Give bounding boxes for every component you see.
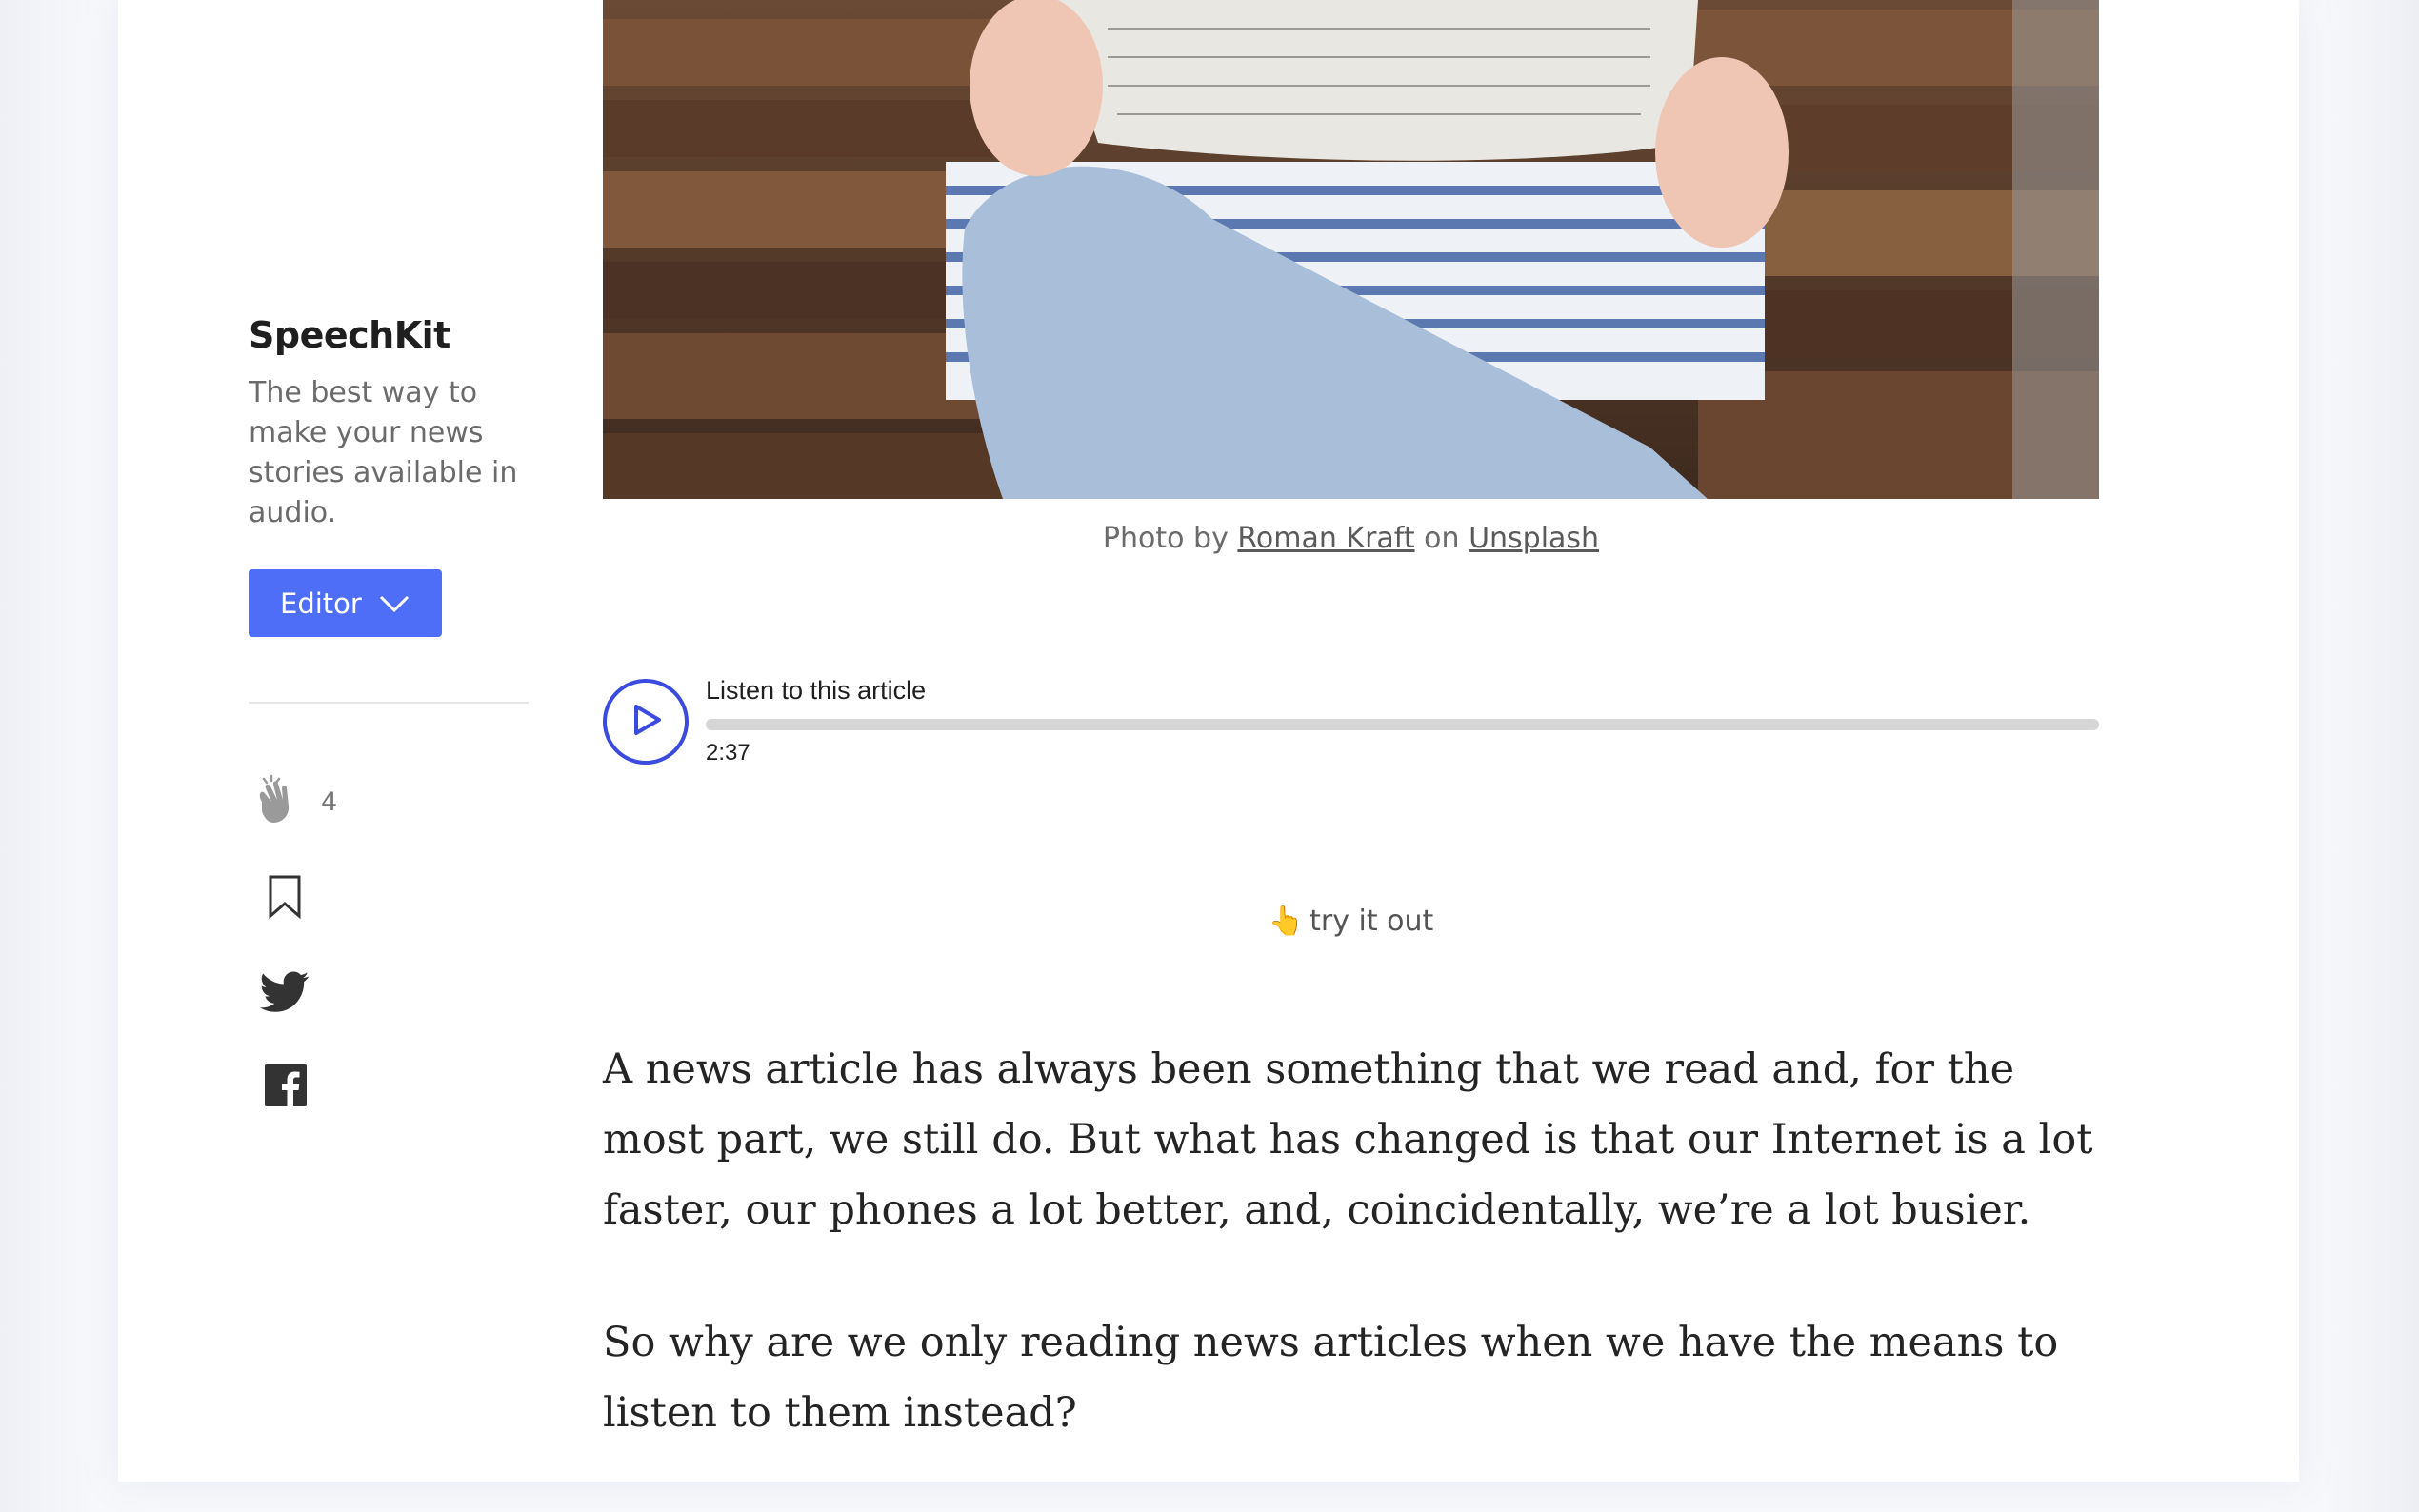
editor-dropdown-button[interactable]: Editor [249,569,442,637]
try-it-out-hint: 👆 try it out [603,905,2099,938]
bookmark-icon[interactable] [267,874,303,924]
publication-name[interactable]: SpeechKit [249,314,450,356]
caption-prefix: Photo by [1102,522,1229,555]
clap-count: 4 [321,786,338,817]
article-paragraph: So why are we only reading news articles… [603,1319,2059,1437]
caption-source-link[interactable]: Unsplash [1469,522,1599,555]
editor-button-label: Editor [280,587,362,620]
hero-caption: Photo by Roman Kraft on Unsplash [603,522,2099,555]
try-it-out-label: try it out [1309,905,1434,938]
twitter-icon[interactable] [259,971,310,1017]
chevron-down-icon [379,594,410,613]
publication-description: The best way to make your news stories a… [249,376,518,529]
play-icon [627,701,665,743]
sidebar-divider [249,702,529,704]
hero-image [603,0,2099,499]
player-title: Listen to this article [706,676,927,705]
pointing-hand-icon: 👆 [1268,905,1305,938]
play-button[interactable] [603,679,689,765]
clap-icon[interactable] [250,773,304,830]
caption-middle: on [1424,522,1460,555]
player-progress-bar[interactable] [706,719,2099,730]
article-paragraph: A news article has always been something… [603,1045,2093,1234]
clap-control[interactable]: 4 [250,773,337,830]
caption-author-link[interactable]: Roman Kraft [1237,522,1414,555]
player-duration: 2:37 [706,740,750,766]
facebook-icon[interactable] [265,1064,307,1110]
